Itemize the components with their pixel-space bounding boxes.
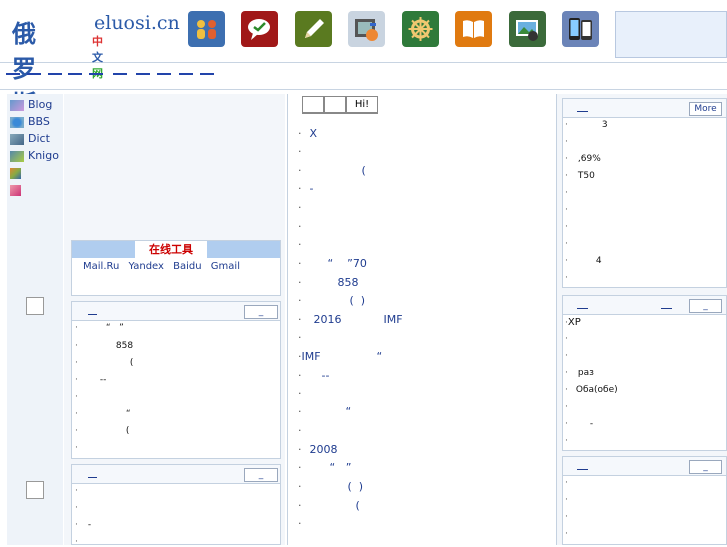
sidebar-item-label[interactable]: Knigo xyxy=(28,149,59,162)
sidebar-item-knigo[interactable]: Knigo xyxy=(10,149,59,165)
news-item[interactable]: ( xyxy=(356,499,360,512)
news-item[interactable]: “ ” xyxy=(330,461,352,474)
news-item[interactable]: - xyxy=(310,182,314,195)
online-tools-title: 在线工具 xyxy=(135,241,207,258)
more-button[interactable]: More xyxy=(689,102,722,116)
blog-icon xyxy=(10,99,24,111)
tool-link-gmail[interactable]: Gmail xyxy=(211,261,240,272)
sidebar-item-label[interactable]: Blog xyxy=(28,98,52,111)
more-button[interactable]: _ xyxy=(689,299,722,313)
nav-item[interactable] xyxy=(113,73,127,75)
people-icon[interactable] xyxy=(188,11,225,47)
sidebar: Blog BBS Dict Knigo xyxy=(7,94,63,545)
nav-item[interactable] xyxy=(136,73,150,75)
news-item[interactable]: IMF “ xyxy=(302,350,383,363)
news-item[interactable]: 2008 xyxy=(310,443,338,456)
sidebar-placeholder-box xyxy=(26,481,44,499)
list-item[interactable]: 3 xyxy=(602,120,608,130)
speech-bubble-icon[interactable] xyxy=(241,11,278,47)
ship-wheel-icon[interactable] xyxy=(402,11,439,47)
nav-item[interactable] xyxy=(68,73,82,75)
pencil-icon[interactable] xyxy=(295,11,332,47)
list-item[interactable]: 4 xyxy=(596,256,602,266)
list-item[interactable]: раз xyxy=(578,368,594,378)
online-tools-links: Mail.Ru Yandex Baidu Gmail xyxy=(83,261,246,272)
panel-title[interactable] xyxy=(88,314,97,315)
nav-item[interactable] xyxy=(157,73,171,75)
sidebar-item-game[interactable] xyxy=(10,166,25,182)
logo-domain: eluosi.cn xyxy=(94,12,180,34)
site-header: 俄罗斯 eluosi.cn 中文网 xyxy=(0,0,727,118)
list-item[interactable]: ( xyxy=(126,426,130,436)
list-item[interactable]: ( xyxy=(130,358,134,368)
panel-title-secondary[interactable] xyxy=(661,308,672,309)
film-icon[interactable] xyxy=(348,11,385,47)
nav-item[interactable] xyxy=(48,73,62,75)
sidebar-item-label[interactable]: Dict xyxy=(28,132,50,145)
phones-icon[interactable] xyxy=(562,11,599,47)
news-item[interactable]: 858 xyxy=(338,276,359,289)
list-item[interactable]: “ xyxy=(126,409,131,419)
nav-item[interactable] xyxy=(179,73,193,75)
sidebar-item-blog[interactable]: Blog xyxy=(10,98,52,114)
left-news-panel-1: _ · “ ” · 858 ·( · -- · · “ ·( · xyxy=(71,301,281,459)
news-item[interactable]: “ ”70 xyxy=(328,257,367,270)
right-news-panel-1: More · 3 · · ,69% · T50 · · · · · 4 · xyxy=(562,98,727,288)
sidebar-item-dict[interactable]: Dict xyxy=(10,132,50,148)
panel-title[interactable] xyxy=(577,111,588,112)
news-item[interactable]: -- xyxy=(322,369,330,382)
misc-icon xyxy=(10,184,21,196)
sidebar-item-misc[interactable] xyxy=(10,183,25,199)
news-item[interactable]: ( ) xyxy=(348,480,364,493)
tool-link-mailru[interactable]: Mail.Ru xyxy=(83,261,119,272)
nav-item[interactable] xyxy=(200,73,214,75)
nav-item[interactable] xyxy=(89,73,103,75)
list-item[interactable]: -- xyxy=(100,375,107,385)
news-item[interactable]: ( ) xyxy=(350,294,366,307)
panel-title[interactable] xyxy=(577,469,588,470)
tool-link-yandex[interactable]: Yandex xyxy=(129,261,164,272)
list-item[interactable]: - xyxy=(88,520,91,530)
news-item[interactable]: “ xyxy=(346,405,352,418)
search-box[interactable] xyxy=(615,11,727,58)
right-news-panel-3: _ · · · · xyxy=(562,456,727,545)
news-item[interactable]: X xyxy=(310,127,318,140)
list-item[interactable]: 858 xyxy=(116,341,133,351)
list-item[interactable]: Оба(обе) xyxy=(576,385,618,395)
list-item[interactable]: “ ” xyxy=(106,323,124,333)
tab-underline xyxy=(302,112,378,113)
news-item[interactable]: 2016 IMF xyxy=(314,313,403,326)
more-button[interactable]: _ xyxy=(244,305,278,319)
panel-title[interactable] xyxy=(577,308,588,309)
list-item[interactable]: - xyxy=(590,419,593,429)
list-item[interactable]: T50 xyxy=(578,171,595,181)
nav-item[interactable] xyxy=(6,73,20,75)
nav-item[interactable] xyxy=(27,73,41,75)
bbs-icon xyxy=(10,116,24,128)
tool-link-baidu[interactable]: Baidu xyxy=(173,261,201,272)
sidebar-item-label[interactable]: BBS xyxy=(28,115,50,128)
game-icon xyxy=(10,167,21,179)
more-button[interactable]: _ xyxy=(244,468,278,482)
left-news-panel-2: _ · · · - · xyxy=(71,464,281,547)
dict-icon xyxy=(10,133,24,145)
sidebar-placeholder-box xyxy=(26,297,44,315)
knigo-icon xyxy=(10,150,24,162)
panel-title[interactable] xyxy=(88,477,97,478)
more-button[interactable]: _ xyxy=(689,460,722,474)
sidebar-item-bbs[interactable]: BBS xyxy=(10,115,50,131)
news-item[interactable]: ( xyxy=(362,164,366,177)
list-item[interactable]: XP xyxy=(568,317,581,328)
photo-camera-icon[interactable] xyxy=(509,11,546,47)
right-news-panel-2: _ ·XP · · · раз · Оба(обе) · · - · xyxy=(562,295,727,451)
header-divider xyxy=(0,89,727,90)
book-icon[interactable] xyxy=(455,11,492,47)
list-item[interactable]: ,69% xyxy=(578,154,601,164)
